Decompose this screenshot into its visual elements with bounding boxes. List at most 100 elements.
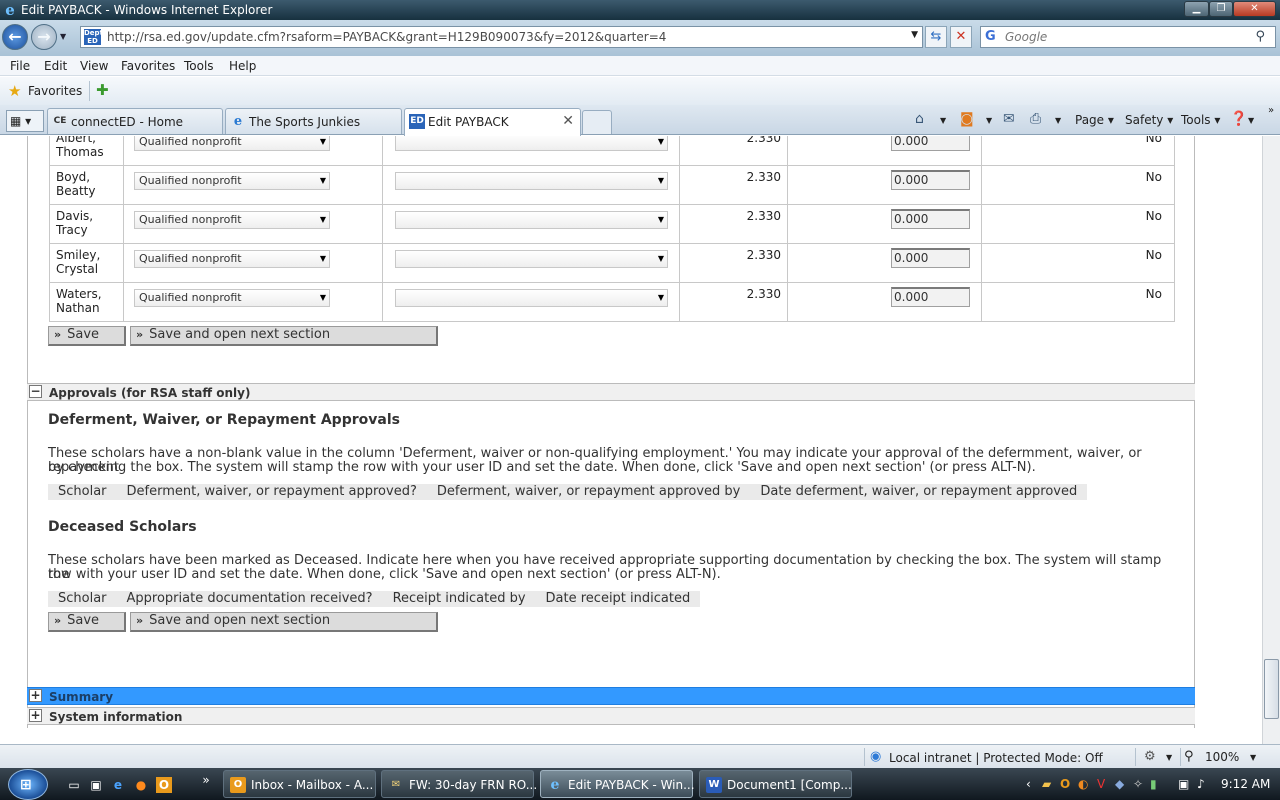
search-icon[interactable]: ⚲ — [1255, 29, 1265, 44]
help-icon[interactable]: ❓ — [1230, 111, 1247, 127]
favorites-star-icon[interactable]: ★ — [8, 82, 21, 100]
zoom-dropdown-icon[interactable]: ▼ — [1250, 753, 1256, 762]
tools-menu[interactable]: Tools ▾ — [1181, 113, 1220, 127]
tray-expand-icon[interactable]: ‹ — [1026, 777, 1031, 791]
quick-launch-overflow-icon[interactable]: » — [198, 772, 214, 788]
scrollbar-thumb[interactable] — [1264, 659, 1279, 719]
new-tab-button[interactable] — [582, 110, 612, 134]
system-clock[interactable]: 9:12 AM — [1221, 777, 1270, 791]
menu-favorites[interactable]: Favorites — [121, 59, 175, 73]
outlook-icon[interactable]: O — [156, 777, 172, 793]
protected-mode-icon[interactable]: ⚙ — [1144, 749, 1156, 764]
deferment-select[interactable]: ▼ — [395, 250, 668, 268]
employment-type-select[interactable]: Qualified nonprofit ▼ — [134, 172, 330, 190]
tray-outlook-icon[interactable]: O — [1060, 777, 1070, 791]
taskbar-item-document1[interactable]: W Document1 [Comp... — [699, 770, 852, 798]
employment-type-select[interactable]: Qualified nonprofit ▼ — [134, 211, 330, 229]
tray-monitor-icon[interactable]: ▣ — [1178, 777, 1189, 791]
save-button-1[interactable]: » Save — [48, 326, 126, 346]
tray-folder-icon[interactable]: ▰ — [1042, 777, 1051, 791]
vertical-scrollbar[interactable] — [1262, 136, 1280, 744]
address-url[interactable]: http://rsa.ed.gov/update.cfm?rsaform=PAY… — [107, 30, 666, 44]
system-info-section-header[interactable]: + System information — [27, 707, 1195, 725]
save-and-open-next-button-2[interactable]: » Save and open next section — [130, 612, 438, 632]
favorites-button[interactable]: Favorites — [28, 84, 82, 98]
expand-icon[interactable]: + — [29, 709, 42, 722]
menu-edit[interactable]: Edit — [44, 59, 67, 73]
print-dropdown-icon[interactable]: ▼ — [1055, 116, 1061, 125]
employment-type-select[interactable]: Qualified nonprofit ▼ — [134, 136, 330, 151]
menu-view[interactable]: View — [80, 59, 108, 73]
show-desktop-icon[interactable]: ▭ — [66, 777, 82, 793]
zone-dropdown-icon[interactable]: ▼ — [1166, 753, 1172, 762]
address-dropdown-icon[interactable]: ▼ — [911, 30, 918, 40]
switch-windows-icon[interactable]: ▣ — [88, 777, 104, 793]
tab-connected-home[interactable]: CE connectED - Home — [47, 108, 223, 134]
amount-input[interactable]: 0.000 — [891, 248, 970, 268]
tab-sports-junkies[interactable]: e The Sports Junkies — [225, 108, 402, 134]
read-mail-icon[interactable]: ✉ — [1003, 111, 1015, 127]
tray-update-icon[interactable]: ◐ — [1078, 777, 1088, 791]
employment-type-select[interactable]: Qualified nonprofit ▼ — [134, 250, 330, 268]
help-dropdown-icon[interactable]: ▼ — [1248, 116, 1254, 125]
feeds-dropdown-icon[interactable]: ▼ — [986, 116, 992, 125]
home-dropdown-icon[interactable]: ▼ — [940, 116, 946, 125]
firefox-icon[interactable]: ● — [133, 777, 149, 793]
menu-help[interactable]: Help — [229, 59, 256, 73]
zoom-level[interactable]: 100% — [1205, 750, 1239, 764]
maximize-button[interactable]: ❐ — [1209, 1, 1233, 17]
table-row: Boyd, Beatty Qualified nonprofit ▼ ▼ 2.330 0.0… — [49, 165, 1175, 205]
taskbar-item-inbox[interactable]: O Inbox - Mailbox - A... — [223, 770, 376, 798]
taskbar-item-edit-payback[interactable]: e Edit PAYBACK - Win... — [540, 770, 695, 798]
tray-device-icon[interactable]: ✧ — [1133, 777, 1143, 791]
forward-button[interactable]: → — [31, 24, 57, 50]
amount-input[interactable]: 0.000 — [891, 170, 970, 190]
feeds-icon[interactable]: ◙ — [960, 111, 974, 127]
tray-volume-icon[interactable]: ♪ — [1197, 777, 1205, 791]
search-input[interactable]: G Google ⚲ — [980, 26, 1276, 48]
employment-type-select[interactable]: Qualified nonprofit ▼ — [134, 289, 330, 307]
address-bar[interactable]: Dept ED http://rsa.ed.gov/update.cfm?rsaf… — [80, 26, 923, 48]
refresh-button[interactable]: ⇆ — [925, 26, 947, 48]
close-window-button[interactable]: ✕ — [1233, 1, 1276, 17]
amount-input[interactable]: 0.000 — [891, 287, 970, 307]
deferment-select[interactable]: ▼ — [395, 136, 668, 151]
back-button[interactable]: ← — [2, 24, 28, 50]
amount-input[interactable]: 0.000 — [891, 136, 970, 151]
zoom-icon[interactable]: ⚲ — [1184, 749, 1194, 764]
approvals-section-header[interactable]: − Approvals (for RSA staff only) — [27, 383, 1195, 401]
internet-explorer-icon[interactable]: e — [110, 777, 126, 793]
collapse-icon[interactable]: − — [29, 385, 42, 398]
internet-explorer-icon: e — [550, 777, 560, 793]
deferment-select[interactable]: ▼ — [395, 289, 668, 307]
security-zone-text[interactable]: Local intranet | Protected Mode: Off — [889, 751, 1103, 765]
system-info-section-title: System information — [49, 710, 183, 724]
save-and-open-next-button-1[interactable]: » Save and open next section — [130, 326, 438, 346]
page-menu[interactable]: Page ▾ — [1075, 113, 1114, 127]
save-button-2[interactable]: » Save — [48, 612, 126, 632]
recent-pages-dropdown[interactable]: ▼ — [60, 32, 66, 41]
expand-icon[interactable]: + — [29, 689, 42, 702]
taskbar-item-fw-message[interactable]: ✉ FW: 30-day FRN RO... — [381, 770, 537, 798]
safety-menu[interactable]: Safety ▾ — [1125, 113, 1173, 127]
home-icon[interactable]: ⌂ — [915, 111, 924, 127]
toolbar-overflow-icon[interactable]: » — [1268, 105, 1274, 116]
tray-app-icon[interactable]: ◆ — [1115, 777, 1124, 791]
deferment-select[interactable]: ▼ — [395, 211, 668, 229]
start-button[interactable]: ⊞ — [8, 769, 48, 800]
quick-tabs-button[interactable]: ▦ ▾ — [6, 110, 44, 132]
close-tab-icon[interactable]: ✕ — [562, 113, 574, 129]
tab-edit-payback[interactable]: ED Edit PAYBACK ✕ — [404, 108, 581, 136]
menu-file[interactable]: File — [10, 59, 30, 73]
summary-section-header[interactable]: + Summary — [27, 687, 1195, 705]
save-button-label: Save — [67, 613, 100, 628]
add-to-favorites-icon[interactable]: ✚ — [96, 81, 109, 99]
deferment-select[interactable]: ▼ — [395, 172, 668, 190]
amount-input[interactable]: 0.000 — [891, 209, 970, 229]
print-icon[interactable]: ⎙ — [1030, 111, 1041, 127]
minimize-button[interactable]: ▁ — [1184, 1, 1209, 17]
stop-button[interactable]: ✕ — [950, 26, 972, 48]
menu-tools[interactable]: Tools — [184, 59, 214, 73]
tray-antivirus-icon[interactable]: V — [1097, 777, 1105, 791]
tray-network-icon[interactable]: ▮ — [1150, 777, 1157, 791]
